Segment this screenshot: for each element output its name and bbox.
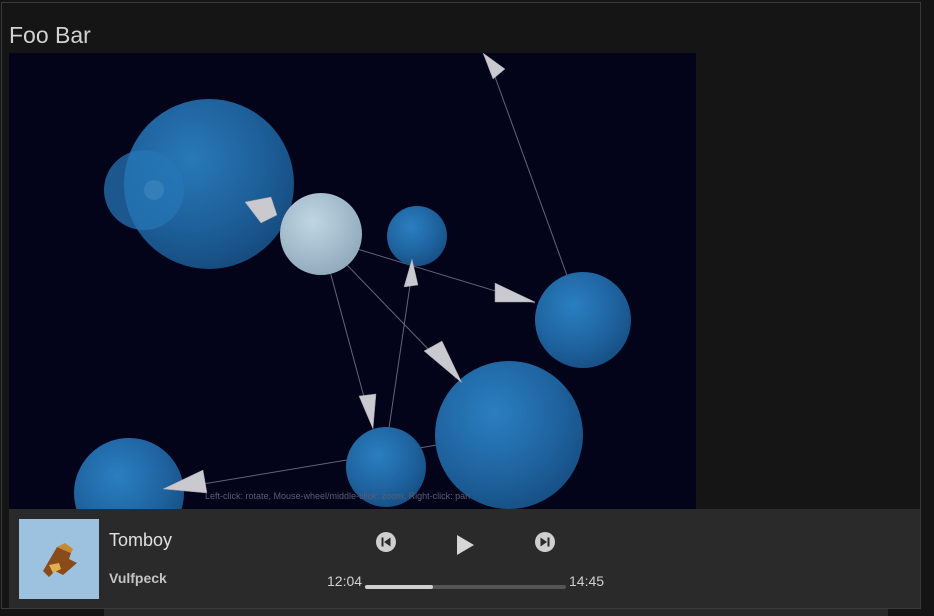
media-player-bar: Tomboy Vulfpeck 12:04 14:45 <box>9 509 920 608</box>
current-time: 12:04 <box>327 573 363 589</box>
graph-node <box>435 361 583 509</box>
previous-track-button[interactable] <box>375 531 397 553</box>
track-artist: Vulfpeck <box>109 570 167 586</box>
graph-node-selected <box>280 193 362 275</box>
graph-canvas[interactable] <box>9 53 696 509</box>
album-art[interactable] <box>19 519 99 599</box>
graph-node <box>144 180 164 200</box>
play-icon <box>457 535 474 555</box>
link-arrow <box>358 393 377 430</box>
graph-node <box>74 438 184 509</box>
progress-bar[interactable] <box>365 585 566 589</box>
play-button[interactable] <box>453 532 477 558</box>
graph-link <box>489 62 570 282</box>
bottom-edge <box>104 609 888 616</box>
skip-next-icon <box>535 532 555 552</box>
graph-node <box>535 272 631 368</box>
skip-previous-icon <box>376 532 396 552</box>
graph-link <box>388 264 414 429</box>
graph-node <box>387 206 447 266</box>
progress-fill <box>365 585 434 589</box>
page-title: Foo Bar <box>9 22 91 48</box>
link-arrow <box>494 282 536 303</box>
controls-hint: Left-click: rotate, Mouse-wheel/middle-c… <box>205 491 471 501</box>
album-art-image <box>43 543 77 577</box>
link-arrow <box>423 340 463 384</box>
next-track-button[interactable] <box>534 531 556 553</box>
total-time: 14:45 <box>569 573 605 589</box>
link-arrow <box>482 53 506 80</box>
track-title: Tomboy <box>109 530 173 550</box>
graph-3d-viewport[interactable]: Left-click: rotate, Mouse-wheel/middle-c… <box>9 53 696 509</box>
